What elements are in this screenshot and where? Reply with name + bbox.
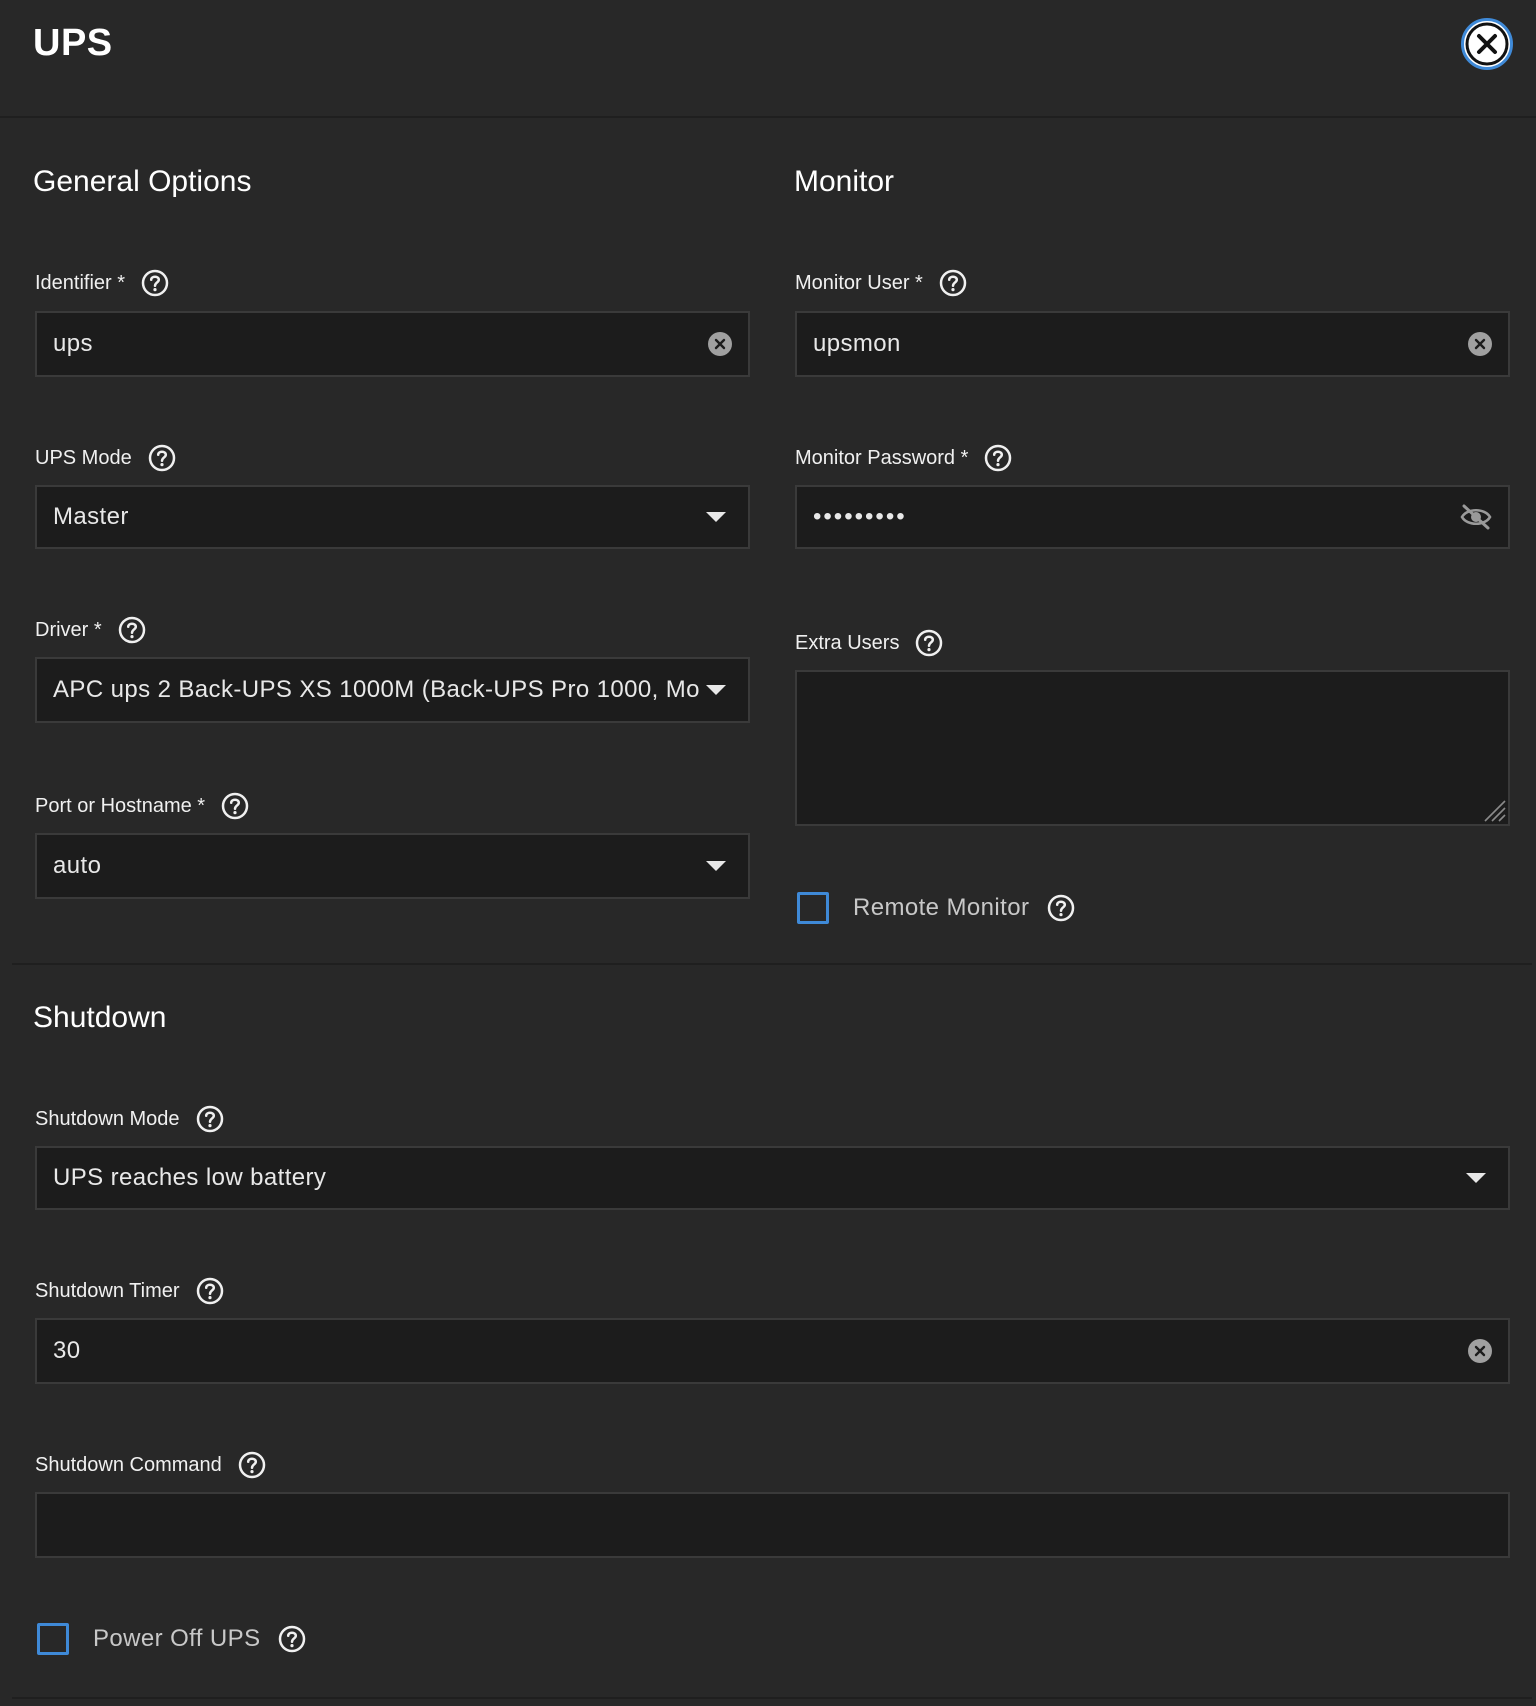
eye-off-icon[interactable] xyxy=(1460,503,1492,531)
port-label-text: Port or Hostname * xyxy=(35,794,206,817)
identifier-label-text: Identifier * xyxy=(35,271,126,294)
section-divider xyxy=(12,963,1532,965)
help-icon[interactable] xyxy=(278,1625,306,1653)
help-icon[interactable] xyxy=(939,269,967,297)
dialog-header: UPS xyxy=(0,0,1536,118)
shutdown-timer-value: 30 xyxy=(53,1337,81,1364)
port-select[interactable]: auto xyxy=(35,833,750,899)
monitor-user-value: upsmon xyxy=(813,330,901,357)
ups-mode-label-text: UPS Mode xyxy=(35,446,132,469)
shutdown-command-label-text: Shutdown Command xyxy=(35,1453,222,1476)
extra-users-textarea[interactable] xyxy=(795,670,1510,826)
help-icon[interactable] xyxy=(915,629,943,657)
page-title: UPS xyxy=(33,22,113,64)
monitor-password-label: Monitor Password * xyxy=(795,443,1012,473)
driver-label-text: Driver * xyxy=(35,618,102,641)
help-icon[interactable] xyxy=(118,616,146,644)
shutdown-timer-label-text: Shutdown Timer xyxy=(35,1279,180,1302)
monitor-title: Monitor xyxy=(794,165,895,198)
extra-users-label: Extra Users xyxy=(795,628,943,658)
resize-handle-icon[interactable] xyxy=(1480,796,1506,822)
power-off-row: Power Off UPS xyxy=(37,1619,306,1659)
help-icon[interactable] xyxy=(221,792,249,820)
ups-dialog: UPS General Options Identifier * ups UPS… xyxy=(0,0,1536,1706)
general-options-title: General Options xyxy=(33,165,252,198)
remote-monitor-label: Remote Monitor xyxy=(853,894,1030,921)
shutdown-timer-label: Shutdown Timer xyxy=(35,1276,224,1306)
monitor-password-value: ••••••••• xyxy=(813,503,907,530)
power-off-checkbox[interactable] xyxy=(37,1623,69,1655)
ups-mode-label: UPS Mode xyxy=(35,443,176,473)
help-icon[interactable] xyxy=(196,1277,224,1305)
clear-icon[interactable] xyxy=(1468,1339,1492,1363)
close-icon xyxy=(1465,22,1509,66)
shutdown-mode-value: UPS reaches low battery xyxy=(53,1164,327,1191)
monitor-user-input[interactable]: upsmon xyxy=(795,311,1510,377)
shutdown-mode-label: Shutdown Mode xyxy=(35,1104,224,1134)
shutdown-mode-label-text: Shutdown Mode xyxy=(35,1107,180,1130)
shutdown-mode-select[interactable]: UPS reaches low battery xyxy=(35,1146,1510,1210)
help-icon[interactable] xyxy=(984,444,1012,472)
shutdown-title: Shutdown xyxy=(33,1001,167,1034)
monitor-password-input[interactable]: ••••••••• xyxy=(795,485,1510,549)
extra-users-label-text: Extra Users xyxy=(795,631,900,654)
help-icon[interactable] xyxy=(238,1451,266,1479)
clear-icon[interactable] xyxy=(708,332,732,356)
identifier-value: ups xyxy=(53,330,93,357)
help-icon[interactable] xyxy=(196,1105,224,1133)
chevron-down-icon xyxy=(1466,1173,1486,1183)
chevron-down-icon xyxy=(706,861,726,871)
remote-monitor-checkbox[interactable] xyxy=(797,892,829,924)
ups-mode-select[interactable]: Master xyxy=(35,485,750,549)
driver-value: APC ups 2 Back-UPS XS 1000M (Back-UPS Pr… xyxy=(53,676,700,703)
remote-monitor-row: Remote Monitor xyxy=(797,888,1075,928)
help-icon[interactable] xyxy=(1047,894,1075,922)
ups-mode-value: Master xyxy=(53,503,129,530)
clear-icon[interactable] xyxy=(1468,332,1492,356)
help-icon[interactable] xyxy=(141,269,169,297)
driver-label: Driver * xyxy=(35,615,146,645)
driver-select[interactable]: APC ups 2 Back-UPS XS 1000M (Back-UPS Pr… xyxy=(35,657,750,723)
power-off-label: Power Off UPS xyxy=(93,1625,261,1652)
shutdown-command-label: Shutdown Command xyxy=(35,1450,266,1480)
shutdown-timer-input[interactable]: 30 xyxy=(35,1318,1510,1384)
shutdown-command-input[interactable] xyxy=(35,1492,1510,1558)
port-label: Port or Hostname * xyxy=(35,791,249,821)
port-value: auto xyxy=(53,852,102,879)
identifier-input[interactable]: ups xyxy=(35,311,750,377)
close-button[interactable] xyxy=(1461,18,1513,70)
help-icon[interactable] xyxy=(148,444,176,472)
bottom-divider xyxy=(12,1697,1532,1699)
identifier-label: Identifier * xyxy=(35,268,169,298)
monitor-user-label-text: Monitor User * xyxy=(795,271,923,294)
chevron-down-icon xyxy=(706,512,726,522)
chevron-down-icon xyxy=(706,685,726,695)
monitor-password-label-text: Monitor Password * xyxy=(795,446,969,469)
monitor-user-label: Monitor User * xyxy=(795,268,967,298)
